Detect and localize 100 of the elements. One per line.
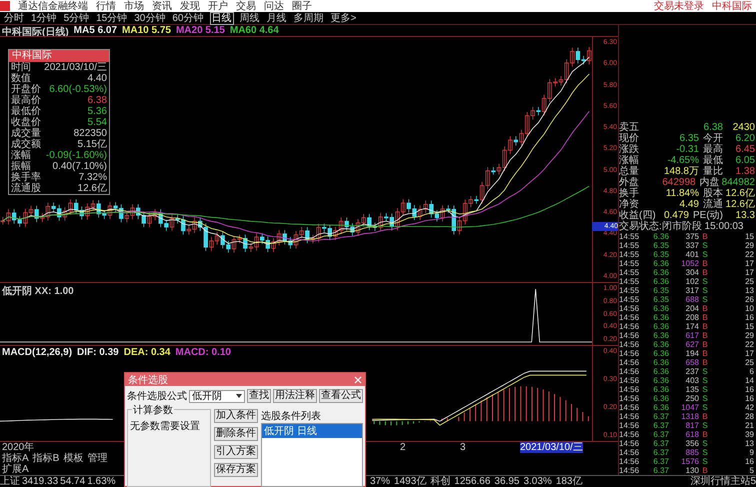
tick-side: B — [701, 349, 709, 358]
tick-count: 17 — [744, 259, 755, 268]
tick-volume: 885 — [684, 448, 699, 457]
tick-volume: 817 — [684, 421, 699, 430]
menu-item[interactable]: 开户 — [208, 0, 228, 13]
tick-count: 15 — [744, 322, 755, 331]
info-value: 0.40(7.10%) — [52, 161, 107, 172]
tick-price: 6.36 — [652, 259, 669, 268]
tick-time: 14:56 — [619, 466, 640, 475]
dialog-button[interactable]: 保存方案 — [214, 463, 258, 477]
macd-value: DEA: 0.34 — [124, 347, 170, 358]
stock-name: 中科国际 — [712, 0, 752, 13]
tick-volume: 102 — [684, 277, 699, 286]
condition-item[interactable]: 低开阴 日线 — [262, 424, 362, 438]
tick-volume: 688 — [684, 295, 699, 304]
tick-volume: 356 — [684, 439, 699, 448]
tick-count: 15 — [744, 232, 755, 241]
indicator-tab[interactable]: 模板 — [63, 453, 84, 464]
menu-item[interactable]: 市场 — [124, 0, 144, 13]
tick-side: B — [701, 268, 709, 277]
period-tab[interactable]: 周线 — [238, 12, 260, 24]
dialog-button[interactable]: 查看公式 — [319, 389, 363, 403]
tick-time: 14:56 — [619, 403, 640, 412]
tick-volume: 204 — [684, 304, 699, 313]
group-title: 计算参数 — [132, 403, 174, 417]
quote-label: 今开 — [703, 133, 723, 144]
tick-time: 14:56 — [619, 421, 640, 430]
tick-side: S — [701, 385, 709, 394]
dialog-button[interactable]: 用法注释 — [273, 389, 317, 403]
list-title: 选股条件列表 — [261, 410, 322, 423]
info-value: 6.60(-0.53%) — [49, 84, 107, 95]
info-value: 2021/03/10/三 — [44, 62, 107, 73]
dialog-button[interactable]: 查找 — [247, 389, 271, 403]
quote-label: 内盘 — [700, 177, 720, 188]
tick-price: 6.37 — [652, 421, 669, 430]
period-tab[interactable]: 更多> — [330, 12, 358, 24]
tick-volume: 135 — [684, 385, 699, 394]
period-tab[interactable]: 分时 — [3, 12, 25, 24]
tick-side: S — [701, 286, 709, 295]
tick-side: B — [701, 259, 709, 268]
indicator-tab[interactable]: 指标B — [32, 453, 60, 464]
tick-side: S — [701, 277, 709, 286]
dialog-button[interactable]: 加入条件 — [214, 409, 258, 423]
quote-value: 11.84% — [664, 188, 699, 199]
menu-item[interactable]: 圈子 — [292, 0, 312, 13]
status-text: 37% — [370, 476, 390, 487]
period-tab[interactable]: 月线 — [266, 12, 288, 24]
dialog-title: 条件选股 — [128, 374, 168, 386]
tick-price: 6.36 — [652, 277, 669, 286]
menu-item[interactable]: 行情 — [96, 0, 116, 13]
close-icon[interactable] — [354, 376, 362, 384]
tick-count: 28 — [744, 412, 755, 421]
formula-dropdown[interactable]: 低开阴 — [189, 390, 245, 402]
tick-count: 22 — [744, 340, 755, 349]
quote-label: 卖五 — [619, 122, 639, 133]
quote-label: 股本 — [703, 188, 723, 199]
period-tab[interactable]: 30分钟 — [133, 12, 166, 24]
quote-value: -4.65% — [666, 155, 699, 166]
indicator-tab[interactable]: 管理 — [87, 453, 108, 464]
tick-side: B — [701, 232, 709, 241]
tick-price: 6.37 — [652, 466, 669, 475]
tick-volume: 304 — [684, 268, 699, 277]
menu-item[interactable]: 资讯 — [152, 0, 172, 13]
period-tab[interactable]: 日线 — [210, 12, 234, 24]
tick-count: 9 — [748, 448, 755, 457]
macd-value: MACD(12,26,9) — [2, 347, 72, 358]
dialog-button[interactable]: 删除条件 — [214, 427, 258, 441]
date-label: 2 — [400, 442, 406, 453]
quote-value: 12.6亿 — [725, 188, 755, 199]
tick-price: 6.36 — [652, 403, 669, 412]
quote-value: 6.35 — [678, 133, 699, 144]
menu-item[interactable]: 问达 — [264, 0, 284, 13]
period-tab[interactable]: 多周期 — [292, 12, 324, 24]
tick-time: 14:56 — [619, 322, 640, 331]
status-text: 3.03% — [523, 476, 552, 487]
info-label: 最高价 — [11, 95, 41, 106]
period-tab[interactable]: 15分钟 — [95, 12, 128, 24]
tick-side: S — [701, 403, 709, 412]
quote-value: 6.45 — [734, 144, 755, 155]
tick-count: 13 — [744, 286, 755, 295]
tick-price: 6.36 — [652, 394, 669, 403]
period-tab[interactable]: 1分钟 — [30, 12, 58, 24]
quote-value: 6.38 — [702, 122, 723, 133]
tick-price: 6.36 — [652, 385, 669, 394]
period-tab[interactable]: 5分钟 — [62, 12, 90, 24]
app-title: 通达信金融终端 — [18, 0, 88, 12]
tick-time: 14:56 — [619, 358, 640, 367]
menu-item[interactable]: 交易 — [236, 0, 256, 13]
menu-item[interactable]: 发现 — [180, 0, 200, 13]
tick-side: S — [701, 241, 709, 250]
dialog-button[interactable]: 引入方案 — [214, 445, 258, 459]
tick-volume: 317 — [684, 286, 699, 295]
tick-volume: 401 — [684, 250, 699, 259]
login-status[interactable]: 交易未登录 — [654, 0, 704, 13]
info-value: 5.15亿 — [78, 139, 107, 150]
tick-time: 14:56 — [619, 304, 640, 313]
indicator-tab[interactable]: 指标A — [2, 453, 29, 464]
period-tab[interactable]: 60分钟 — [171, 12, 204, 24]
indicator-tab[interactable]: 扩展A — [2, 464, 29, 475]
ma-value: MA60 4.64 — [230, 25, 279, 38]
